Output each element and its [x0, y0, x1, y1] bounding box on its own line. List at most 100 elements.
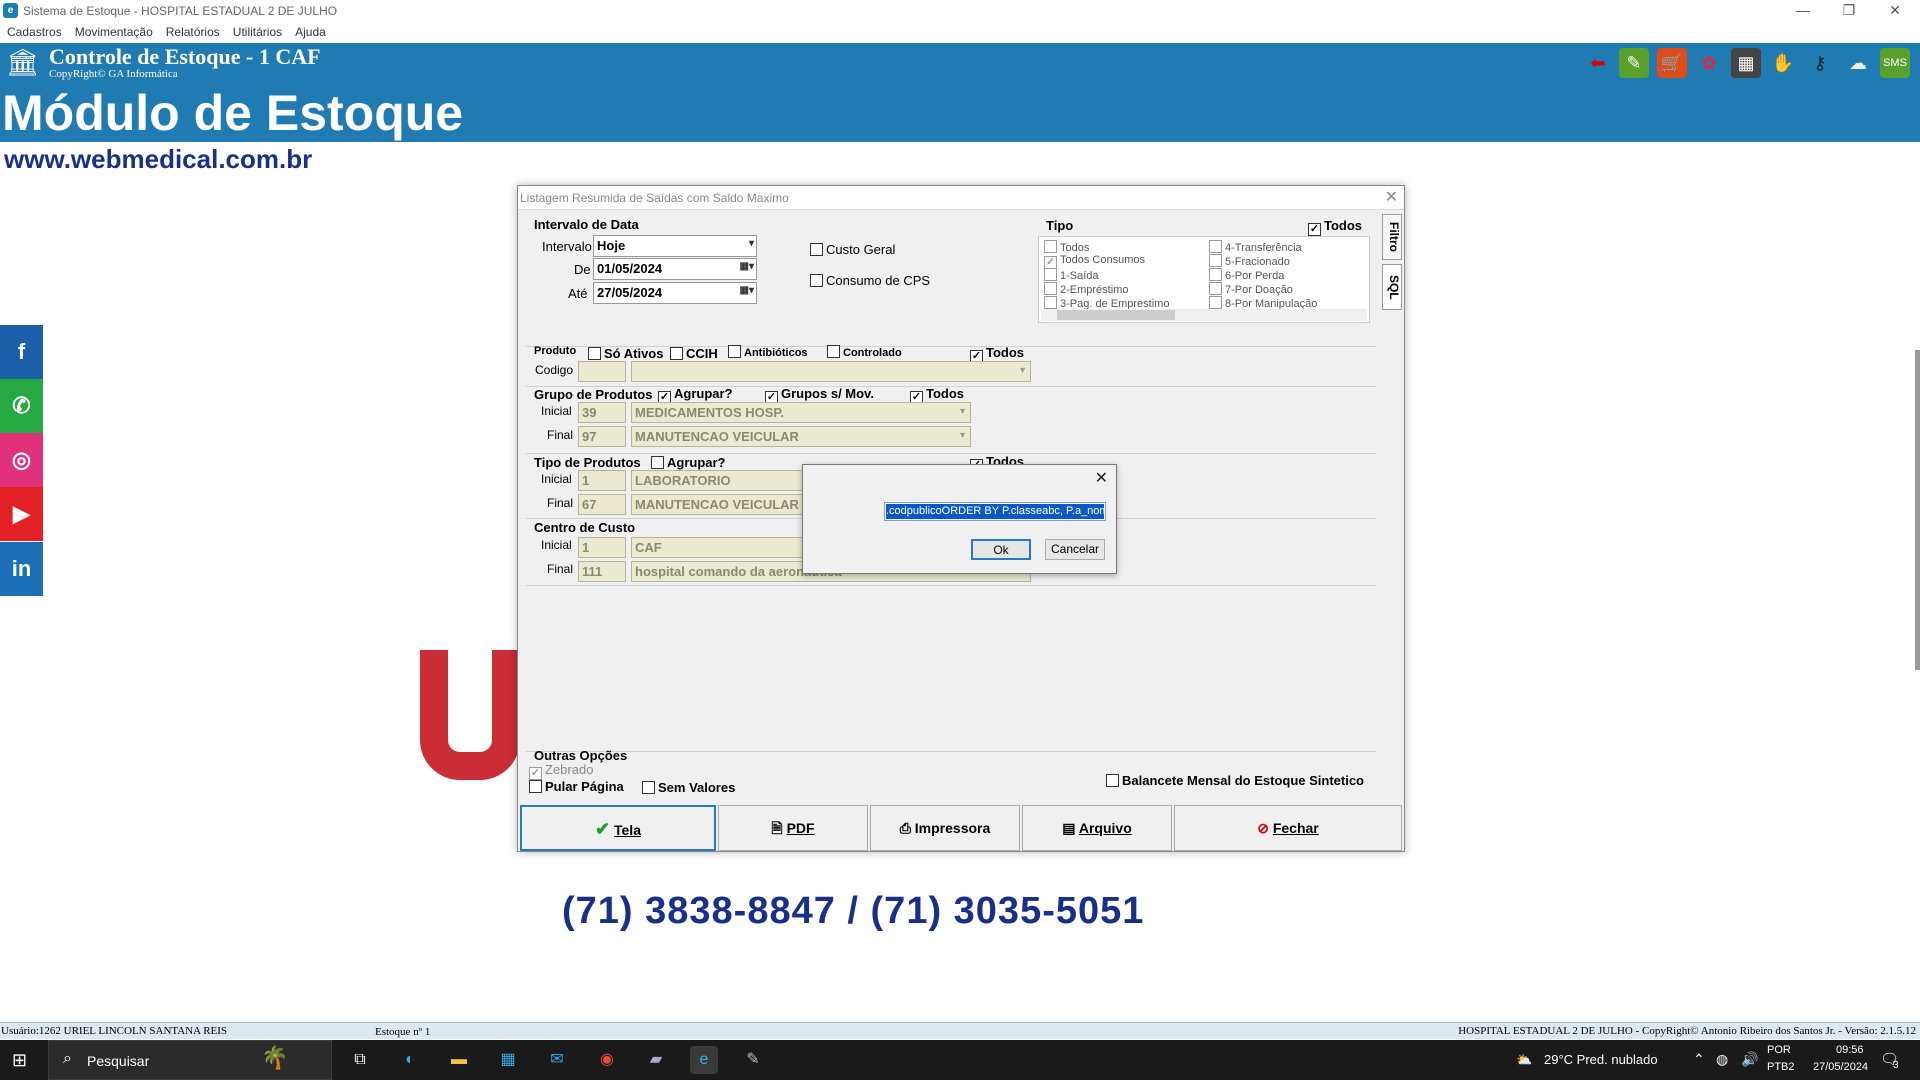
document-icon[interactable]: ✎ — [1619, 48, 1649, 78]
dialog-close-icon[interactable]: ✕ — [1385, 187, 1398, 207]
clock-date[interactable]: 27/05/2024 — [1813, 1061, 1868, 1073]
clock-time[interactable]: 09:56 — [1836, 1044, 1864, 1056]
sql-input[interactable]: .codpublicoORDER BY P.classeabc, P.a_nom… — [884, 502, 1106, 521]
checkbox-box[interactable] — [529, 780, 542, 793]
controlado-checkbox[interactable]: Controlado — [827, 345, 902, 359]
from-date-input[interactable]: 01/05/2024 ▦▾ — [593, 258, 757, 280]
tipo-item[interactable]: 4-Transferência — [1209, 240, 1302, 254]
key-icon[interactable]: ⚷ — [1805, 48, 1835, 78]
back-arrow-icon[interactable]: ⬅ — [1583, 48, 1613, 78]
tipo-item[interactable]: Todos Consumos — [1044, 254, 1145, 269]
windows-start-icon[interactable]: ⊞ — [12, 1050, 27, 1071]
checkbox-box[interactable] — [827, 345, 840, 358]
handshake-icon[interactable]: ✋ — [1768, 48, 1798, 78]
sem-valores-checkbox[interactable]: Sem Valores — [642, 780, 735, 795]
produto-select[interactable]: ▼ — [631, 361, 1031, 382]
interval-select[interactable]: Hoje ▾ — [593, 235, 757, 257]
calendar-icon[interactable]: ▦▾ — [740, 261, 754, 272]
instagram-icon[interactable]: ◎ — [0, 433, 43, 487]
tipo-item[interactable]: 7-Por Doação — [1209, 282, 1293, 296]
network-icon[interactable]: ◍ — [1716, 1051, 1728, 1068]
taskbar-search[interactable]: ⌕ Pesquisar 🌴 — [48, 1040, 332, 1080]
tipo-item[interactable]: Todos — [1044, 240, 1089, 254]
tab-filtro[interactable]: Filtro — [1382, 214, 1402, 260]
tipo-prod-final-code[interactable]: 67 — [578, 494, 626, 515]
checkbox-box[interactable] — [588, 347, 601, 360]
grupo-final-code[interactable]: 97 — [578, 426, 626, 447]
centro-inicial-code[interactable]: 1 — [578, 537, 626, 558]
menu-movimentacao[interactable]: Movimentação — [68, 22, 159, 39]
checkbox-box[interactable] — [642, 781, 655, 794]
custo-geral-checkbox[interactable]: Custo Geral — [810, 242, 895, 257]
weather-text[interactable]: 29°C Pred. nublado — [1544, 1052, 1658, 1067]
balancete-checkbox[interactable]: Balancete Mensal do Estoque Sintetico — [1106, 773, 1364, 788]
tipo-prod-inicial-code[interactable]: 1 — [578, 470, 626, 491]
centro-final-code[interactable]: 111 — [578, 561, 626, 582]
mail-icon[interactable]: ✉ — [543, 1046, 571, 1074]
checkbox-box[interactable] — [651, 456, 664, 469]
tipo-item[interactable]: 6-Por Perda — [1209, 268, 1284, 282]
website-url[interactable]: www.webmedical.com.br — [4, 144, 312, 175]
page-scrollbar[interactable] — [1915, 350, 1920, 670]
prompt-close-icon[interactable]: ✕ — [1095, 468, 1108, 488]
youtube-icon[interactable]: ▶ — [0, 487, 43, 541]
pdf-button[interactable]: 🗎 PDF — [718, 805, 868, 851]
cloud-icon[interactable]: ☁ — [1843, 48, 1873, 78]
tela-button[interactable]: ✔ Tela — [520, 805, 716, 851]
tipo-todos-checkbox[interactable]: Todos — [1308, 218, 1362, 236]
grupo-inicial-select[interactable]: MEDICAMENTOS HOSP. ▼ — [631, 402, 971, 423]
weather-icon[interactable]: ⛅ — [1516, 1052, 1532, 1068]
checkbox-box[interactable] — [1308, 223, 1321, 236]
tab-sql[interactable]: SQL — [1382, 264, 1402, 310]
scroll-thumb[interactable] — [1057, 310, 1175, 320]
store-icon[interactable]: ▦ — [494, 1046, 522, 1074]
checkbox-box[interactable] — [810, 243, 823, 256]
cancel-button[interactable]: Cancelar — [1045, 539, 1105, 560]
chrome-icon[interactable]: ◉ — [593, 1046, 621, 1074]
tool-icon[interactable]: ✎ — [739, 1046, 767, 1074]
pular-pagina-checkbox[interactable]: Pular Página — [529, 779, 624, 794]
whatsapp-icon[interactable]: ✆ — [0, 379, 43, 433]
grupo-inicial-code[interactable]: 39 — [578, 402, 626, 423]
arquivo-button[interactable]: ▤ Arquivo — [1022, 805, 1172, 851]
menu-utilitarios[interactable]: Utilitários — [226, 22, 288, 39]
chevron-up-icon[interactable]: ⌃ — [1693, 1051, 1705, 1068]
checkbox-box[interactable] — [728, 345, 741, 358]
facebook-icon[interactable]: f — [0, 325, 43, 379]
tipo-item[interactable]: 2-Empréstimo — [1044, 282, 1128, 296]
to-date-input[interactable]: 27/05/2024 ▦▾ — [593, 282, 757, 304]
task-view-icon[interactable]: ⧉ — [346, 1046, 374, 1074]
calendar-icon[interactable]: ▦▾ — [740, 285, 754, 296]
tipo-item[interactable]: 3-Pag. de Emprestimo — [1044, 296, 1169, 310]
consumo-cps-checkbox[interactable]: Consumo de CPS — [810, 273, 930, 288]
estoque-app-icon[interactable]: e — [690, 1046, 718, 1074]
fechar-button[interactable]: ⊘ Fechar — [1174, 805, 1402, 851]
impressora-button[interactable]: ⎙ Impressora — [870, 805, 1020, 851]
checkbox-box[interactable] — [670, 347, 683, 360]
cart-icon[interactable]: 🛒 — [1657, 48, 1687, 78]
tipo-hscrollbar[interactable] — [1041, 309, 1367, 321]
molecules-icon[interactable]: ✿ — [1694, 48, 1724, 78]
antibioticos-checkbox[interactable]: Antibióticos — [728, 345, 808, 359]
checkbox-box[interactable] — [1106, 774, 1119, 787]
tipo-item[interactable]: 8-Por Manipulação — [1209, 296, 1317, 310]
sms-icon[interactable]: SMS — [1880, 48, 1910, 78]
app-icon-document[interactable]: ▰ — [642, 1046, 670, 1074]
minimize-button[interactable]: — — [1780, 0, 1826, 22]
menu-relatorios[interactable]: Relatórios — [159, 22, 226, 39]
tipo-item[interactable]: 5-Fracionado — [1209, 254, 1290, 268]
checkbox-box[interactable] — [810, 274, 823, 287]
volume-icon[interactable]: 🔊 — [1741, 1051, 1758, 1068]
close-window-button[interactable]: ✕ — [1872, 0, 1918, 22]
so-ativos-checkbox[interactable]: Só Ativos — [588, 346, 663, 361]
restore-button[interactable]: ❐ — [1826, 0, 1872, 22]
grupo-final-select[interactable]: MANUTENCAO VEICULAR ▼ — [631, 426, 971, 447]
codigo-input[interactable] — [578, 361, 626, 382]
calculator-icon[interactable]: ▦ — [1731, 48, 1761, 78]
file-explorer-icon[interactable]: ▬ — [445, 1046, 473, 1074]
lang-primary[interactable]: POR — [1767, 1044, 1791, 1056]
menu-cadastros[interactable]: Cadastros — [0, 22, 68, 39]
tipo-item[interactable]: 1-Saída — [1044, 268, 1099, 282]
tipo-list[interactable]: Todos Todos Consumos 1-Saída 2-Empréstim… — [1038, 236, 1370, 323]
ok-button[interactable]: Ok — [971, 539, 1031, 560]
